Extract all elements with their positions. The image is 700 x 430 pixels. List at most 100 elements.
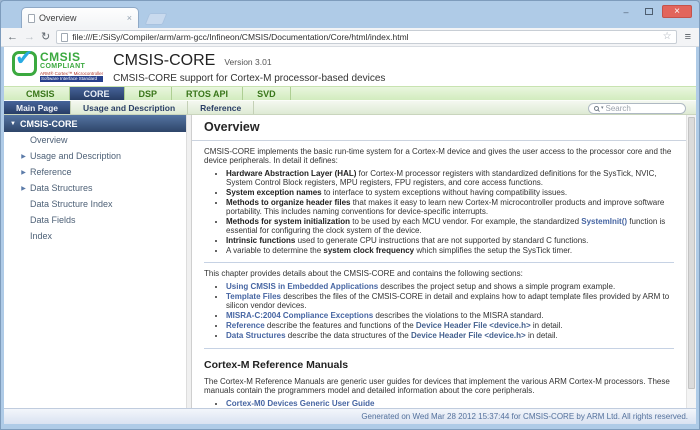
using-cmsis-link[interactable]: Using CMSIS in Embedded Applications (226, 282, 378, 291)
logo-name: CMSIS (40, 51, 103, 63)
nav-tree-sidebar: ▼ CMSIS-CORE Overview ▶ Usage and Descri… (4, 115, 186, 408)
sidebar-item-usage-and-description[interactable]: ▶ Usage and Description (4, 148, 186, 164)
tab-core[interactable]: CORE (70, 87, 125, 100)
sidebar-item-overview[interactable]: Overview (4, 132, 186, 148)
web-page: ✔ CMSIS COMPLIANT ARM® Cortex™ Microcont… (4, 47, 696, 424)
expand-arrow-icon[interactable]: ▶ (19, 153, 28, 160)
url-text[interactable]: file:///E:/SiSy/Compiler/arm/arm-gcc/Inf… (72, 32, 658, 42)
browser-window: Overview × – × ← → ↻ file:///E:/SiSy/Com… (0, 0, 700, 430)
tab-reference[interactable]: Reference (188, 101, 254, 114)
secondary-tab-bar: Main Page Usage and Description Referenc… (4, 100, 696, 115)
list-item: Reference describe the features and func… (226, 322, 674, 331)
list-item: Methods to organize header files that ma… (226, 199, 674, 217)
project-subtitle: CMSIS-CORE support for Cortex-M processo… (113, 73, 385, 84)
page-body: ▼ CMSIS-CORE Overview ▶ Usage and Descri… (4, 115, 696, 408)
sidebar-item-label: Index (30, 231, 52, 241)
list-item: Data Structures describe the data struct… (226, 332, 674, 341)
manuals-intro-paragraph: The Cortex-M Reference Manuals are gener… (204, 378, 674, 396)
content-scrollbar[interactable] (686, 115, 696, 408)
reference-link[interactable]: Reference (226, 321, 265, 330)
expand-arrow-icon[interactable]: ▶ (19, 169, 28, 176)
feature-list: Hardware Abstraction Layer (HAL) for Cor… (204, 170, 674, 256)
sidebar-item-reference[interactable]: ▶ Reference (4, 164, 186, 180)
search-icon (594, 106, 599, 111)
section-divider (204, 348, 674, 349)
scrollbar-thumb[interactable] (688, 117, 695, 389)
cmsis-compliant-logo: ✔ CMSIS COMPLIANT ARM® Cortex™ Microcont… (12, 51, 103, 82)
logo-compliant: COMPLIANT (40, 63, 103, 71)
search-box[interactable]: ▾ (588, 103, 686, 114)
list-item: Using CMSIS in Embedded Applications des… (226, 283, 674, 292)
tab-usage-and-description[interactable]: Usage and Description (71, 101, 188, 114)
section-divider (204, 262, 674, 263)
list-item: System exception names to interface to s… (226, 189, 674, 198)
window-controls: – × (616, 5, 692, 18)
sidebar-item-label: Data Structure Index (30, 199, 113, 209)
tab-svd[interactable]: SVD (243, 87, 291, 100)
browser-toolbar: ← → ↻ file:///E:/SiSy/Compiler/arm/arm-g… (1, 28, 699, 47)
sidebar-item-label: Reference (30, 167, 72, 177)
list-item: MISRA-C:2004 Compliance Exceptions descr… (226, 312, 674, 321)
tab-dsp[interactable]: DSP (125, 87, 173, 100)
url-page-icon (61, 33, 68, 42)
intro-paragraph: CMSIS-CORE implements the basic run-time… (204, 148, 674, 166)
sidebar-item-label: Overview (30, 135, 68, 145)
template-files-link[interactable]: Template Files (226, 292, 281, 301)
bookmark-star-icon[interactable]: ☆ (663, 32, 672, 42)
collapse-arrow-icon[interactable]: ▼ (10, 121, 16, 127)
search-input[interactable] (606, 104, 680, 113)
sidebar-item-data-structure-index[interactable]: Data Structure Index (4, 196, 186, 212)
list-item: Template Files describes the files of th… (226, 293, 674, 311)
list-item: A variable to determine the system clock… (226, 247, 674, 256)
list-item: Cortex-M0 Devices Generic User Guide (226, 400, 674, 408)
browser-menu-icon[interactable]: ≡ (683, 32, 693, 43)
close-button[interactable]: × (662, 5, 692, 18)
maximize-button[interactable] (639, 5, 659, 18)
logo-tagline-2: Software Interface Standard (40, 76, 103, 82)
systeminit-link[interactable]: SystemInit() (581, 217, 627, 226)
list-item: Methods for system initialization to be … (226, 218, 674, 236)
primary-tab-bar: CMSIS CORE DSP RTOS API SVD (4, 86, 696, 100)
back-button[interactable]: ← (7, 32, 18, 43)
data-structures-link[interactable]: Data Structures (226, 331, 286, 340)
browser-tab-strip: Overview × – × (1, 1, 699, 28)
sidebar-item-index[interactable]: Index (4, 228, 186, 244)
page-footer: Generated on Wed Mar 28 2012 15:37:44 fo… (4, 408, 696, 424)
project-title: CMSIS-CORE (113, 52, 215, 70)
tab-main-page[interactable]: Main Page (4, 101, 71, 114)
search-options-caret-icon[interactable]: ▾ (601, 106, 604, 111)
expand-arrow-icon[interactable]: ▶ (19, 185, 28, 192)
device-header-ref: Device Header File <device.h> (411, 331, 526, 340)
manuals-link-list: Cortex-M0 Devices Generic User Guide Cor… (204, 400, 674, 408)
page-title: Overview (204, 120, 674, 134)
device-header-ref: Device Header File <device.h> (416, 321, 531, 330)
favicon-page-icon (28, 14, 35, 23)
new-tab-button[interactable] (145, 13, 168, 25)
tab-cmsis[interactable]: CMSIS (12, 87, 70, 100)
manuals-heading: Cortex-M Reference Manuals (204, 359, 674, 371)
reload-button[interactable]: ↻ (41, 32, 50, 43)
tab-rtos-api[interactable]: RTOS API (172, 87, 243, 100)
misra-link[interactable]: MISRA-C:2004 Compliance Exceptions (226, 311, 373, 320)
sections-intro-paragraph: This chapter provides details about the … (204, 270, 674, 279)
section-link-list: Using CMSIS in Embedded Applications des… (204, 283, 674, 341)
sidebar-root-label: CMSIS-CORE (20, 119, 78, 129)
browser-tab[interactable]: Overview × (21, 7, 139, 28)
cortex-m0-guide-link[interactable]: Cortex-M0 Devices Generic User Guide (226, 399, 375, 408)
sidebar-item-label: Data Fields (30, 215, 76, 225)
checkmark-icon: ✔ (12, 51, 37, 76)
sidebar-item-data-structures[interactable]: ▶ Data Structures (4, 180, 186, 196)
maximize-icon (645, 8, 653, 15)
sidebar-item-label: Data Structures (30, 183, 93, 193)
address-bar[interactable]: file:///E:/SiSy/Compiler/arm/arm-gcc/Inf… (56, 30, 676, 44)
sidebar-item-data-fields[interactable]: Data Fields (4, 212, 186, 228)
minimize-button[interactable]: – (616, 5, 636, 18)
forward-button[interactable]: → (24, 32, 35, 43)
doc-header: ✔ CMSIS COMPLIANT ARM® Cortex™ Microcont… (4, 47, 696, 86)
content-area: Overview CMSIS-CORE implements the basic… (192, 115, 696, 408)
tab-close-icon[interactable]: × (127, 14, 132, 23)
sidebar-item-label: Usage and Description (30, 151, 121, 161)
list-item: Hardware Abstraction Layer (HAL) for Cor… (226, 170, 674, 188)
list-item: Intrinsic functions used to generate CPU… (226, 237, 674, 246)
sidebar-item-cmsis-core[interactable]: ▼ CMSIS-CORE (4, 115, 186, 132)
